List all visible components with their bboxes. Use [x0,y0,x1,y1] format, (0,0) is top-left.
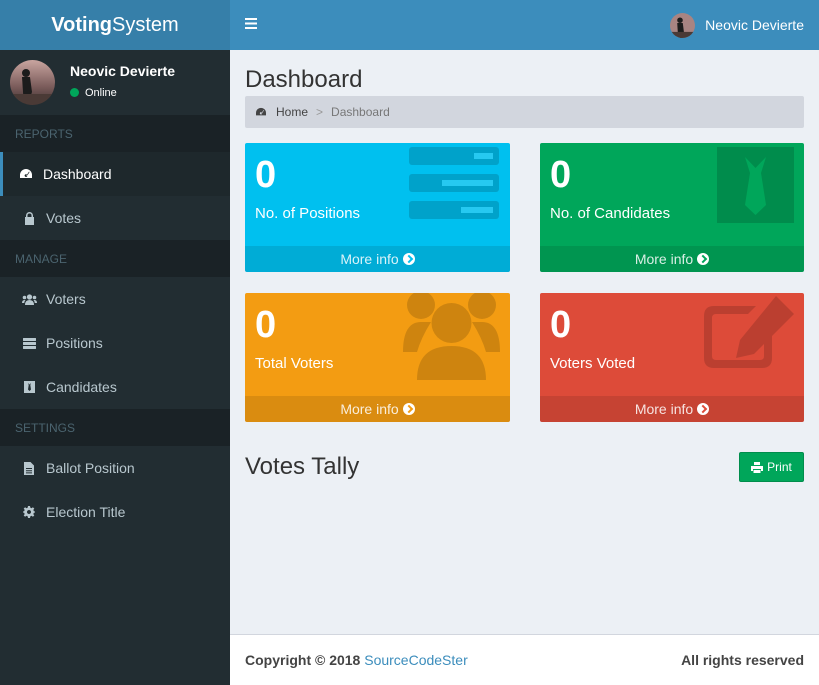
more-info-link[interactable]: More info [540,246,804,272]
sidebar-item-label: Ballot Position [46,460,135,476]
arrow-circle-right-icon [402,403,415,415]
page-title: Dashboard [245,66,363,93]
sidebar-item-positions[interactable]: Positions [0,321,230,365]
stat-value: 0 [550,154,572,196]
votes-tally-title: Votes Tally [245,453,360,480]
cog-icon [21,505,37,519]
menu-header-settings: SETTINGS [0,409,230,446]
stat-boxes: 0 No. of Positions More info 0 No. of Ca… [245,143,804,422]
menu-header-reports: REPORTS [0,115,230,152]
user-panel: Neovic Devierte Online [0,50,230,115]
sidebar-item-label: Positions [46,335,103,351]
more-info-link[interactable]: More info [245,396,510,422]
status-label: Online [85,86,117,99]
menu-header-manage: MANAGE [0,240,230,277]
stat-box-positions: 0 No. of Positions More info [245,143,510,272]
users-icon [403,293,500,380]
user-name: Neovic Devierte [70,62,176,79]
more-info-label: More info [340,401,399,417]
main-content: Dashboard Home > Dashboard 0 No. of Posi… [230,50,819,634]
sidebar-item-label: Candidates [46,379,117,395]
black-tie-icon [717,147,794,223]
lock-icon [21,211,37,225]
sidebar-item-candidates[interactable]: Candidates [0,365,230,409]
avatar [10,60,55,105]
breadcrumb-separator: > [316,105,324,119]
brand-light: System [112,13,179,36]
edit-icon [704,296,794,368]
stat-value: 0 [255,154,277,196]
sourcecodester-link[interactable]: SourceCodeSter [364,652,468,668]
black-tie-icon [21,380,37,394]
more-info-link[interactable]: More info [245,246,510,272]
stat-label: No. of Positions [255,205,361,222]
sidebar-item-voters[interactable]: Voters [0,277,230,321]
user-status: Online [70,87,175,99]
breadcrumb-current: Dashboard [331,105,390,119]
sidebar-toggle-icon[interactable] [245,16,259,34]
sidebar-item-election-title[interactable]: Election Title [0,490,230,534]
copyright: Copyright © 2018 SourceCodeSter [245,652,468,668]
dashboard-icon [255,107,267,117]
sidebar-item-dashboard[interactable]: Dashboard [0,152,230,196]
stat-value: 0 [255,304,277,346]
stat-label: Voters Voted [550,355,636,372]
votes-tally-header: Votes Tally Print [245,452,804,482]
sidebar-item-votes[interactable]: Votes [0,196,230,240]
avatar [670,12,696,38]
sidebar-item-label: Dashboard [43,166,112,182]
user-menu[interactable]: Neovic Devierte [670,12,804,38]
arrow-circle-right-icon [697,253,710,265]
stat-label: No. of Candidates [550,205,671,222]
stat-box-voters-voted: 0 Voters Voted More info [540,293,804,422]
copyright-text: Copyright © 2018 [245,652,361,668]
print-icon [751,461,764,473]
page-footer: Copyright © 2018 SourceCodeSter All righ… [230,634,819,685]
navbar-user-name: Neovic Devierte [705,17,804,33]
breadcrumb-home-label: Home [276,105,309,119]
sidebar-item-label: Voters [46,291,86,307]
stat-box-total-voters: 0 Total Voters More info [245,293,510,422]
rights-text: All rights reserved [681,652,804,668]
top-navbar: Neovic Devierte [230,0,819,50]
arrow-circle-right-icon [402,253,415,265]
sidebar-item-label: Election Title [46,504,126,520]
more-info-label: More info [634,251,694,267]
stat-box-candidates: 0 No. of Candidates More info [540,143,804,272]
arrow-circle-right-icon [697,403,710,415]
stat-label: Total Voters [255,355,334,372]
more-info-label: More info [340,251,399,267]
tasks-icon [409,147,499,219]
brand-bold: Voting [51,13,113,36]
breadcrumb-home[interactable]: Home [255,105,308,119]
dashboard-icon [18,167,34,181]
more-info-label: More info [634,401,694,417]
sidebar: Voting System Neovic Devierte Online REPO… [0,0,230,685]
sidebar-item-label: Votes [46,210,82,226]
users-icon [21,292,37,306]
sidebar-item-ballot-position[interactable]: Ballot Position [0,446,230,490]
file-text-icon [21,461,37,475]
online-dot-icon [70,88,79,97]
tasks-icon [21,336,37,350]
breadcrumb: Home > Dashboard [245,96,804,128]
stat-value: 0 [550,304,572,346]
app-logo[interactable]: Voting System [0,0,230,50]
print-label: Print [767,460,792,474]
print-button[interactable]: Print [739,452,804,482]
more-info-link[interactable]: More info [540,396,804,422]
